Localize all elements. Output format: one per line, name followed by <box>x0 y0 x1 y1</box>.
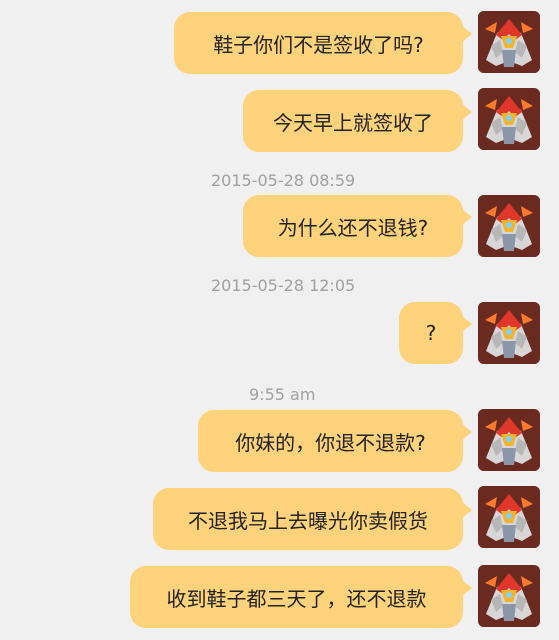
message-bubble[interactable]: 为什么还不退钱? <box>243 195 472 257</box>
message-text: 收到鞋子都三天了，还不退款 <box>166 586 427 611</box>
message-bubble[interactable]: ? <box>399 302 472 364</box>
timestamp: 2015-05-28 08:59 <box>211 171 356 190</box>
robot-avatar-icon[interactable] <box>478 88 540 150</box>
message-text: 鞋子你们不是签收了吗? <box>213 32 424 57</box>
timestamp: 9:55 am <box>249 385 316 404</box>
robot-avatar-icon[interactable] <box>478 486 540 548</box>
chat-screen: 鞋子你们不是签收了吗? 今天早上就签收了 2015-05-28 08:59 为什… <box>0 0 559 640</box>
message-text: 今天早上就签收了 <box>273 110 433 135</box>
message-text: 为什么还不退钱? <box>277 215 429 240</box>
robot-avatar-icon[interactable] <box>478 409 540 471</box>
message-bubble[interactable]: 收到鞋子都三天了，还不退款 <box>130 566 472 628</box>
message-text: ? <box>425 321 437 345</box>
robot-avatar-icon[interactable] <box>478 11 540 73</box>
robot-avatar-icon[interactable] <box>478 302 540 364</box>
timestamp: 2015-05-28 12:05 <box>211 276 356 295</box>
robot-avatar-icon[interactable] <box>478 565 540 627</box>
message-text: 不退我马上去曝光你卖假货 <box>188 508 428 533</box>
message-bubble[interactable]: 你妹的，你退不退款? <box>198 410 472 472</box>
message-text: 你妹的，你退不退款? <box>235 430 426 455</box>
robot-avatar-icon[interactable] <box>478 195 540 257</box>
message-bubble[interactable]: 不退我马上去曝光你卖假货 <box>153 488 472 550</box>
message-bubble[interactable]: 鞋子你们不是签收了吗? <box>174 12 472 74</box>
message-bubble[interactable]: 今天早上就签收了 <box>243 90 472 152</box>
